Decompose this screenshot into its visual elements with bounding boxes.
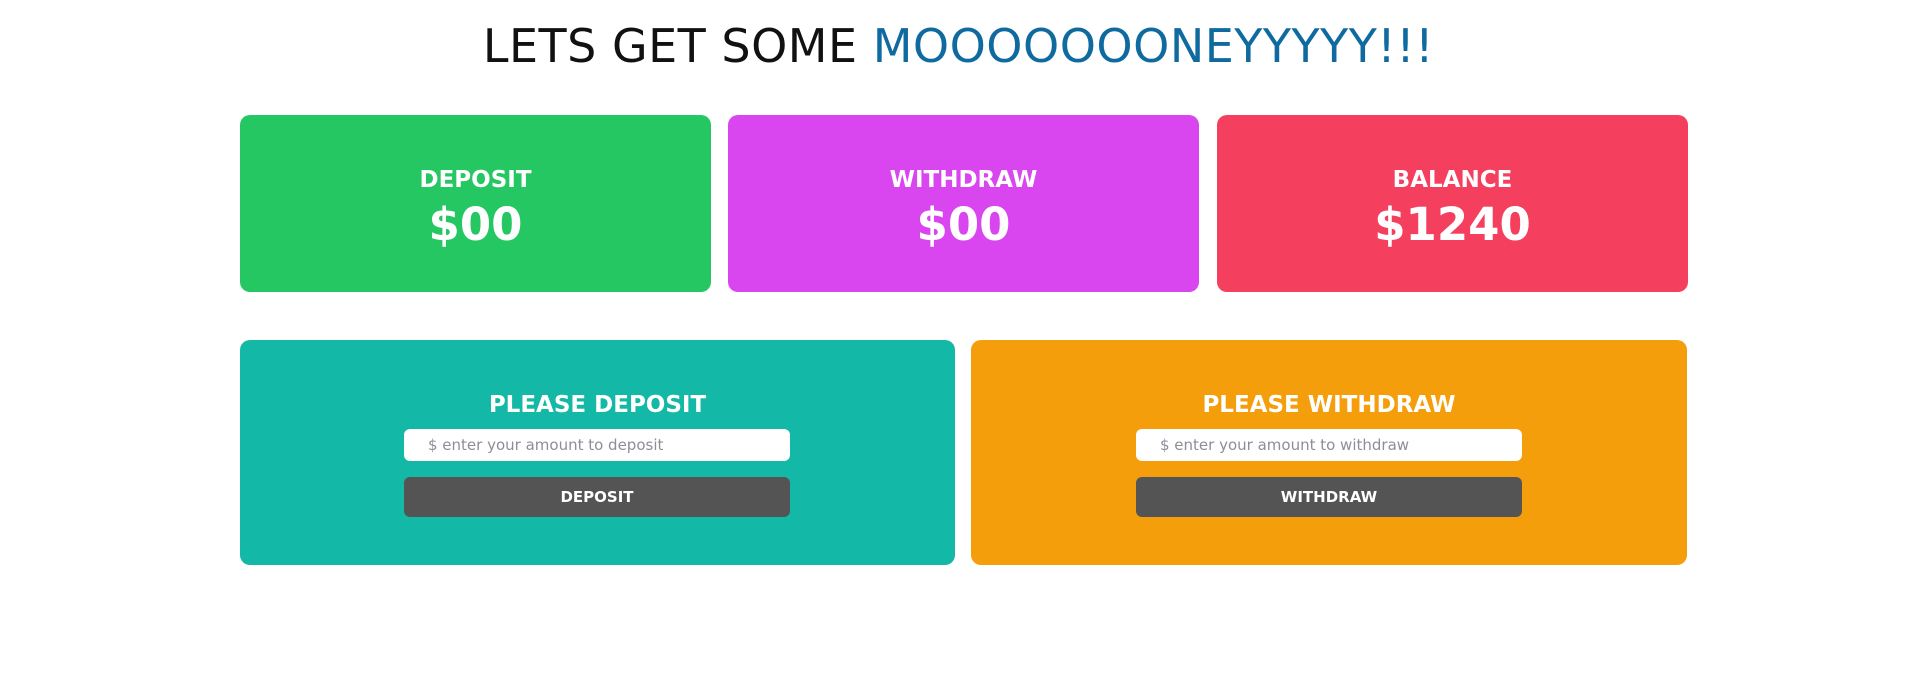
- deposit-form-title: PLEASE DEPOSIT: [488, 392, 707, 418]
- title-accent: MOOOOOOONEYYYYY!!!: [872, 19, 1435, 73]
- withdraw-form-card: PLEASE WITHDRAW WITHDRAW: [971, 340, 1687, 565]
- page-title: LETS GET SOME MOOOOOOONEYYYYY!!!: [0, 14, 1917, 78]
- title-prefix: LETS GET SOME: [482, 19, 873, 73]
- deposit-summary-label: DEPOSIT: [419, 167, 532, 193]
- deposit-summary-value: $00: [428, 198, 523, 251]
- withdraw-form-title: PLEASE WITHDRAW: [1202, 392, 1456, 418]
- balance-summary-card: BALANCE $1240: [1217, 115, 1688, 292]
- balance-summary-label: BALANCE: [1392, 167, 1513, 193]
- deposit-summary-card: DEPOSIT $00: [240, 115, 711, 292]
- balance-summary-value: $1240: [1374, 198, 1531, 251]
- withdraw-summary-label: WITHDRAW: [889, 167, 1038, 193]
- withdraw-summary-value: $00: [916, 198, 1011, 251]
- withdraw-summary-card: WITHDRAW $00: [728, 115, 1199, 292]
- withdraw-amount-input[interactable]: [1136, 429, 1522, 461]
- deposit-button[interactable]: DEPOSIT: [404, 477, 790, 517]
- deposit-amount-input[interactable]: [404, 429, 790, 461]
- deposit-form-card: PLEASE DEPOSIT DEPOSIT: [240, 340, 955, 565]
- withdraw-button[interactable]: WITHDRAW: [1136, 477, 1522, 517]
- bank-page: LETS GET SOME MOOOOOOONEYYYYY!!! DEPOSIT…: [0, 0, 1917, 678]
